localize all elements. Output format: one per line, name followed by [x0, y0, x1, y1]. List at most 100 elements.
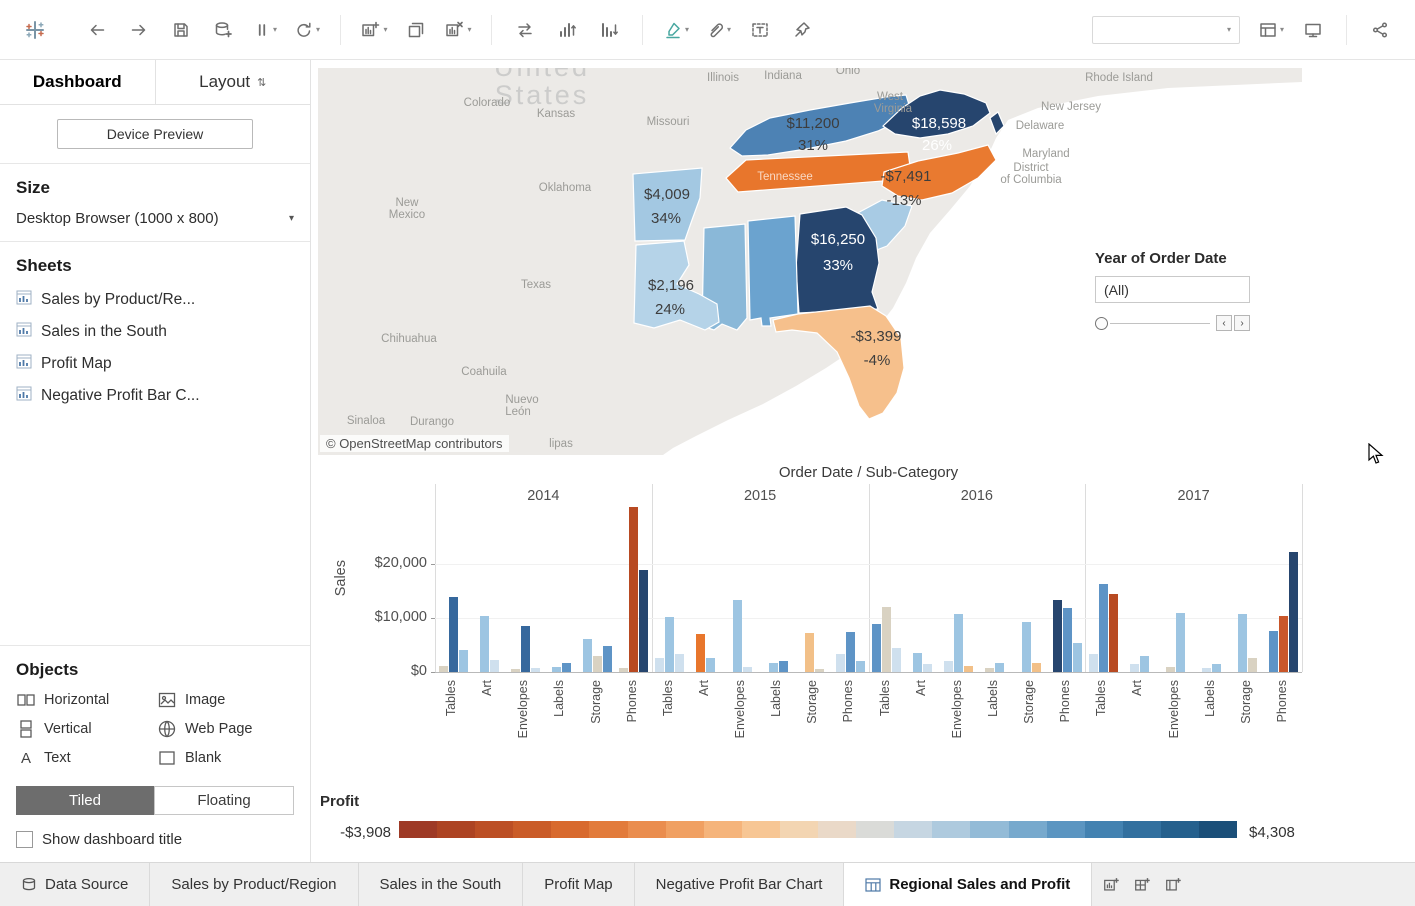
subcategory-label[interactable]: Envelopes — [733, 680, 747, 738]
bar-2015-tables[interactable] — [655, 658, 664, 672]
tiled-button[interactable]: Tiled — [16, 786, 154, 815]
subcategory-label[interactable]: Phones — [1058, 680, 1072, 722]
y-axis-title[interactable]: Sales — [333, 560, 349, 596]
sheet-tab-sales-by-product-region[interactable]: Sales by Product/Region — [150, 863, 358, 906]
bar-2014-tables[interactable] — [439, 666, 448, 672]
subcategory-label[interactable]: Storage — [805, 680, 819, 724]
bar-2016-tables[interactable] — [882, 607, 891, 672]
bar-2016-envelopes[interactable] — [954, 614, 963, 672]
swap-rows-columns-button[interactable] — [510, 12, 540, 48]
slider-track[interactable] — [1110, 323, 1210, 324]
bar-2015-tables[interactable] — [675, 654, 684, 672]
bar-2016-art[interactable] — [923, 664, 932, 672]
subcategory-label[interactable]: Tables — [878, 680, 892, 716]
new-worksheet-button[interactable]: ▾ — [359, 12, 389, 48]
chart-title[interactable]: Order Date / Sub-Category — [435, 464, 1302, 481]
new-dashboard-tab-button[interactable] — [1133, 875, 1152, 894]
fit-dropdown[interactable]: ▾ — [1092, 16, 1240, 44]
sheet-tab-sales-in-the-south[interactable]: Sales in the South — [359, 863, 524, 906]
presentation-mode-button[interactable] — [1298, 12, 1328, 48]
bar-2017-envelopes[interactable] — [1166, 667, 1175, 672]
bar-2017-tables[interactable] — [1089, 654, 1098, 672]
new-worksheet-tab-button[interactable] — [1102, 875, 1121, 894]
bar-2017-storage[interactable] — [1238, 614, 1247, 672]
profit-legend-gradient[interactable] — [399, 821, 1237, 838]
sheet-item[interactable]: Sales in the South — [0, 316, 310, 348]
sheet-tab-regional-sales-and-profit[interactable]: Regional Sales and Profit — [844, 863, 1092, 906]
subcategory-label[interactable]: Tables — [1094, 680, 1108, 716]
sheet-item[interactable]: Sales by Product/Re... — [0, 284, 310, 316]
bar-2015-art[interactable] — [696, 634, 705, 672]
bar-2016-envelopes[interactable] — [944, 661, 953, 672]
subcategory-label[interactable]: Envelopes — [1167, 680, 1181, 738]
new-story-tab-button[interactable] — [1164, 875, 1183, 894]
save-button[interactable] — [166, 12, 196, 48]
bar-2014-envelopes[interactable] — [521, 626, 530, 672]
dropdown-caret-icon[interactable]: ▾ — [685, 25, 689, 34]
dropdown-caret-icon[interactable]: ▾ — [383, 25, 387, 34]
bar-2015-envelopes[interactable] — [733, 600, 742, 672]
bar-2017-art[interactable] — [1130, 664, 1139, 672]
bar-2014-phones[interactable] — [629, 507, 638, 672]
bar-2017-labels[interactable] — [1202, 668, 1211, 672]
sort-ascending-button[interactable] — [552, 12, 582, 48]
dropdown-caret-icon[interactable]: ▾ — [1227, 25, 1231, 34]
show-hide-cards-button[interactable]: ▾ — [1256, 12, 1286, 48]
bar-2014-envelopes[interactable] — [531, 668, 540, 672]
bar-2015-envelopes[interactable] — [743, 667, 752, 672]
bar-2016-labels[interactable] — [995, 663, 1004, 672]
show-dashboard-title-row[interactable]: Show dashboard title — [16, 831, 294, 848]
subcategory-label[interactable]: Storage — [1239, 680, 1253, 724]
bar-2014-art[interactable] — [480, 616, 489, 672]
bar-2017-phones[interactable] — [1279, 616, 1288, 672]
sheet-tab-profit-map[interactable]: Profit Map — [523, 863, 634, 906]
bar-2014-labels[interactable] — [562, 663, 571, 672]
subcategory-label[interactable]: Envelopes — [950, 680, 964, 738]
slider-knob[interactable] — [1095, 317, 1108, 330]
object-text[interactable]: A Text — [16, 748, 153, 768]
bar-2016-phones[interactable] — [1073, 643, 1082, 672]
state-alabama[interactable] — [748, 216, 798, 326]
subcategory-label[interactable]: Art — [914, 680, 928, 696]
subcategory-label[interactable]: Phones — [625, 680, 639, 722]
bar-2016-phones[interactable] — [1063, 608, 1072, 672]
year-header[interactable]: 2017 — [1085, 488, 1302, 504]
new-data-source-button[interactable] — [208, 12, 238, 48]
subcategory-label[interactable]: Labels — [1203, 680, 1217, 717]
collapse-pane-icon[interactable]: ⇅ — [257, 76, 266, 89]
dropdown-caret-icon[interactable]: ▾ — [1280, 25, 1284, 34]
fix-axes-button[interactable] — [787, 12, 817, 48]
sheet-tab-negative-profit-bar-chart[interactable]: Negative Profit Bar Chart — [635, 863, 845, 906]
pause-auto-updates-button[interactable]: ▾ — [250, 12, 280, 48]
object-web[interactable]: Web Page — [157, 719, 294, 739]
bar-2014-envelopes[interactable] — [511, 669, 520, 672]
dropdown-caret-icon[interactable]: ▾ — [273, 25, 277, 34]
object-blank[interactable]: Blank — [157, 748, 294, 768]
sheet-item[interactable]: Profit Map — [0, 348, 310, 380]
subcategory-label[interactable]: Art — [1130, 680, 1144, 696]
bar-2015-labels[interactable] — [779, 661, 788, 672]
subcategory-label[interactable]: Art — [697, 680, 711, 696]
tab-layout[interactable]: Layout ⇅ — [155, 60, 311, 104]
duplicate-button[interactable] — [401, 12, 431, 48]
bar-2017-tables[interactable] — [1099, 584, 1108, 672]
bar-2015-storage[interactable] — [815, 669, 824, 672]
bar-2014-art[interactable] — [490, 660, 499, 672]
object-vertical[interactable]: Vertical — [16, 719, 153, 739]
bar-2017-envelopes[interactable] — [1176, 613, 1185, 672]
slider-step-right-button[interactable]: › — [1234, 315, 1250, 331]
bar-2017-phones[interactable] — [1269, 631, 1278, 672]
subcategory-label[interactable]: Labels — [986, 680, 1000, 717]
bar-2016-phones[interactable] — [1053, 600, 1062, 672]
bar-2015-art[interactable] — [706, 658, 715, 672]
bar-2017-labels[interactable] — [1212, 664, 1221, 672]
year-header[interactable]: 2014 — [435, 488, 652, 504]
bar-2016-storage[interactable] — [1022, 622, 1031, 672]
bar-2014-storage[interactable] — [593, 656, 602, 672]
subcategory-label[interactable]: Art — [480, 680, 494, 696]
bar-2016-envelopes[interactable] — [964, 666, 973, 672]
bar-2015-phones[interactable] — [856, 661, 865, 672]
subcategory-label[interactable]: Envelopes — [516, 680, 530, 738]
bar-2016-tables[interactable] — [872, 624, 881, 672]
bar-2015-storage[interactable] — [805, 633, 814, 672]
